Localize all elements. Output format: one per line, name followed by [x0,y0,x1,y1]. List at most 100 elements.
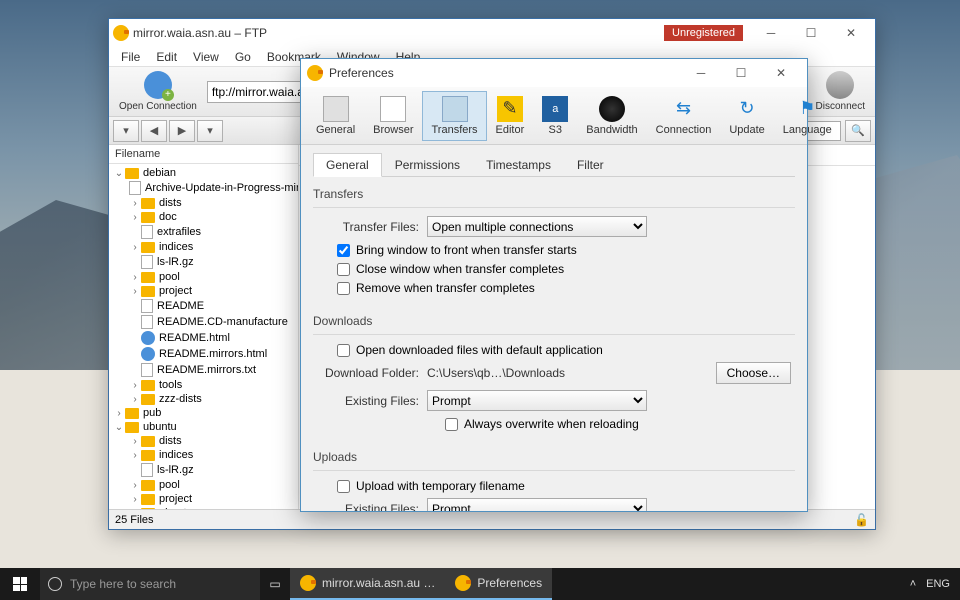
tray-chevron-up-icon[interactable]: ˄ [910,578,916,590]
tree-item[interactable]: ›indices [109,448,298,462]
taskbar-item-ftp[interactable]: mirror.waia.asn.au … [290,568,445,600]
sub-tab-general[interactable]: General [313,153,382,177]
prefs-app-icon [307,65,323,81]
nav-back-button[interactable]: ◀ [141,120,167,142]
downloads-heading: Downloads [313,314,795,328]
tree-item[interactable]: ›project [109,492,298,506]
start-button[interactable] [0,568,40,600]
taskbar: Type here to search ▭ mirror.waia.asn.au… [0,568,960,600]
cb-downloads-overwrite[interactable] [445,418,458,431]
tree-item[interactable]: README [109,298,298,314]
prefs-titlebar: Preferences ─ ☐ ✕ [301,59,807,87]
tree-item[interactable]: ›tools [109,378,298,392]
tab-general[interactable]: General [307,91,364,141]
prefs-close-button[interactable]: ✕ [761,61,801,85]
sub-tab-permissions[interactable]: Permissions [382,153,473,176]
tab-browser[interactable]: Browser [364,91,422,141]
menu-edit[interactable]: Edit [148,48,185,66]
tree-item[interactable]: ›pub [109,406,298,420]
downloads-existing-label: Existing Files: [317,394,427,408]
tab-transfers[interactable]: Transfers [422,91,486,141]
close-button[interactable]: ✕ [831,21,871,45]
uploads-heading: Uploads [313,450,795,464]
nav-forward-button[interactable]: ▶ [169,120,195,142]
prefs-category-tabs: General Browser Transfers ✎Editor aS3 Ba… [301,87,807,145]
file-icon [141,299,153,313]
tree-item[interactable]: README.CD-manufacture [109,314,298,330]
file-icon [129,181,141,195]
tree-item[interactable]: README.mirrors.html [109,346,298,362]
sub-tab-filter[interactable]: Filter [564,153,617,176]
tree-item[interactable]: ›dists [109,434,298,448]
tree-item[interactable]: ›pool [109,270,298,284]
lock-icon: 🔓 [854,513,869,527]
html-icon [141,347,155,361]
tab-update[interactable]: ↻Update [720,91,773,141]
tree-item[interactable]: extrafiles [109,224,298,240]
main-titlebar: mirror.waia.asn.au – FTP Unregistered ─ … [109,19,875,47]
folder-icon [141,212,155,223]
cb-close-when-complete[interactable] [337,263,350,276]
folder-icon [141,286,155,297]
system-tray: ˄ ENG [900,578,960,590]
tree-item[interactable]: ›indices [109,240,298,254]
nav-up-button[interactable]: ▾ [197,120,223,142]
task-view-button[interactable]: ▭ [260,568,290,600]
transfers-heading: Transfers [313,187,795,201]
taskbar-item-preferences[interactable]: Preferences [445,568,552,600]
transfer-files-select[interactable]: Open multiple connections [427,216,647,237]
window-title: mirror.waia.asn.au – FTP [133,26,664,40]
tab-bandwidth[interactable]: Bandwidth [577,91,646,141]
file-icon [141,463,153,477]
tab-s3[interactable]: aS3 [533,91,577,141]
tree-item[interactable]: README.html [109,330,298,346]
globe-plus-icon [144,71,172,99]
file-icon [141,315,153,329]
cb-upload-temp-filename[interactable] [337,480,350,493]
maximize-button[interactable]: ☐ [791,21,831,45]
tree-item[interactable]: ›project [109,284,298,298]
prefs-maximize-button[interactable]: ☐ [721,61,761,85]
tree-item[interactable]: README.mirrors.txt [109,362,298,378]
uploads-existing-select[interactable]: Prompt [427,498,647,511]
cb-remove-when-complete[interactable] [337,282,350,295]
tree-item[interactable]: ›zzz-dists [109,392,298,406]
tab-language[interactable]: ⚑Language [774,91,841,141]
tree-item[interactable]: Archive-Update-in-Progress-mirror.w [109,180,298,196]
menu-go[interactable]: Go [227,48,259,66]
tree-item[interactable]: ›pool [109,478,298,492]
open-connection-button[interactable]: Open Connection [113,69,203,114]
choose-folder-button[interactable]: Choose… [716,362,791,384]
minimize-button[interactable]: ─ [751,21,791,45]
tree-item[interactable]: ›doc [109,210,298,224]
tree-header-filename[interactable]: Filename [109,145,298,164]
menu-file[interactable]: File [113,48,148,66]
cb-open-default-app[interactable] [337,344,350,357]
file-tree: Filename ⌄debianArchive-Update-in-Progre… [109,145,299,509]
download-folder-label: Download Folder: [317,366,427,380]
prefs-minimize-button[interactable]: ─ [681,61,721,85]
folder-icon [141,242,155,253]
menu-view[interactable]: View [185,48,227,66]
taskbar-search[interactable]: Type here to search [40,568,260,600]
sub-tab-timestamps[interactable]: Timestamps [473,153,564,176]
downloads-existing-select[interactable]: Prompt [427,390,647,411]
tree-item[interactable]: ls-lR.gz [109,462,298,478]
tab-editor[interactable]: ✎Editor [487,91,534,141]
bandwidth-icon [599,96,625,122]
file-icon [141,363,153,377]
tree-item[interactable]: ⌄debian [109,166,298,180]
prefs-title: Preferences [329,66,394,80]
nav-dropdown-button[interactable]: ▾ [113,120,139,142]
folder-icon [141,198,155,209]
preferences-dialog: Preferences ─ ☐ ✕ General Browser Transf… [300,58,808,512]
cb-bring-to-front[interactable] [337,244,350,257]
tree-item[interactable]: ›dists [109,196,298,210]
tab-connection[interactable]: ⇆Connection [647,91,721,141]
tray-language[interactable]: ENG [926,578,950,590]
browser-icon [380,96,406,122]
search-icon[interactable]: 🔍 [845,120,871,142]
tree-item[interactable]: ⌄ubuntu [109,420,298,434]
tree-item[interactable]: ls-lR.gz [109,254,298,270]
status-text: 25 Files [115,514,154,526]
